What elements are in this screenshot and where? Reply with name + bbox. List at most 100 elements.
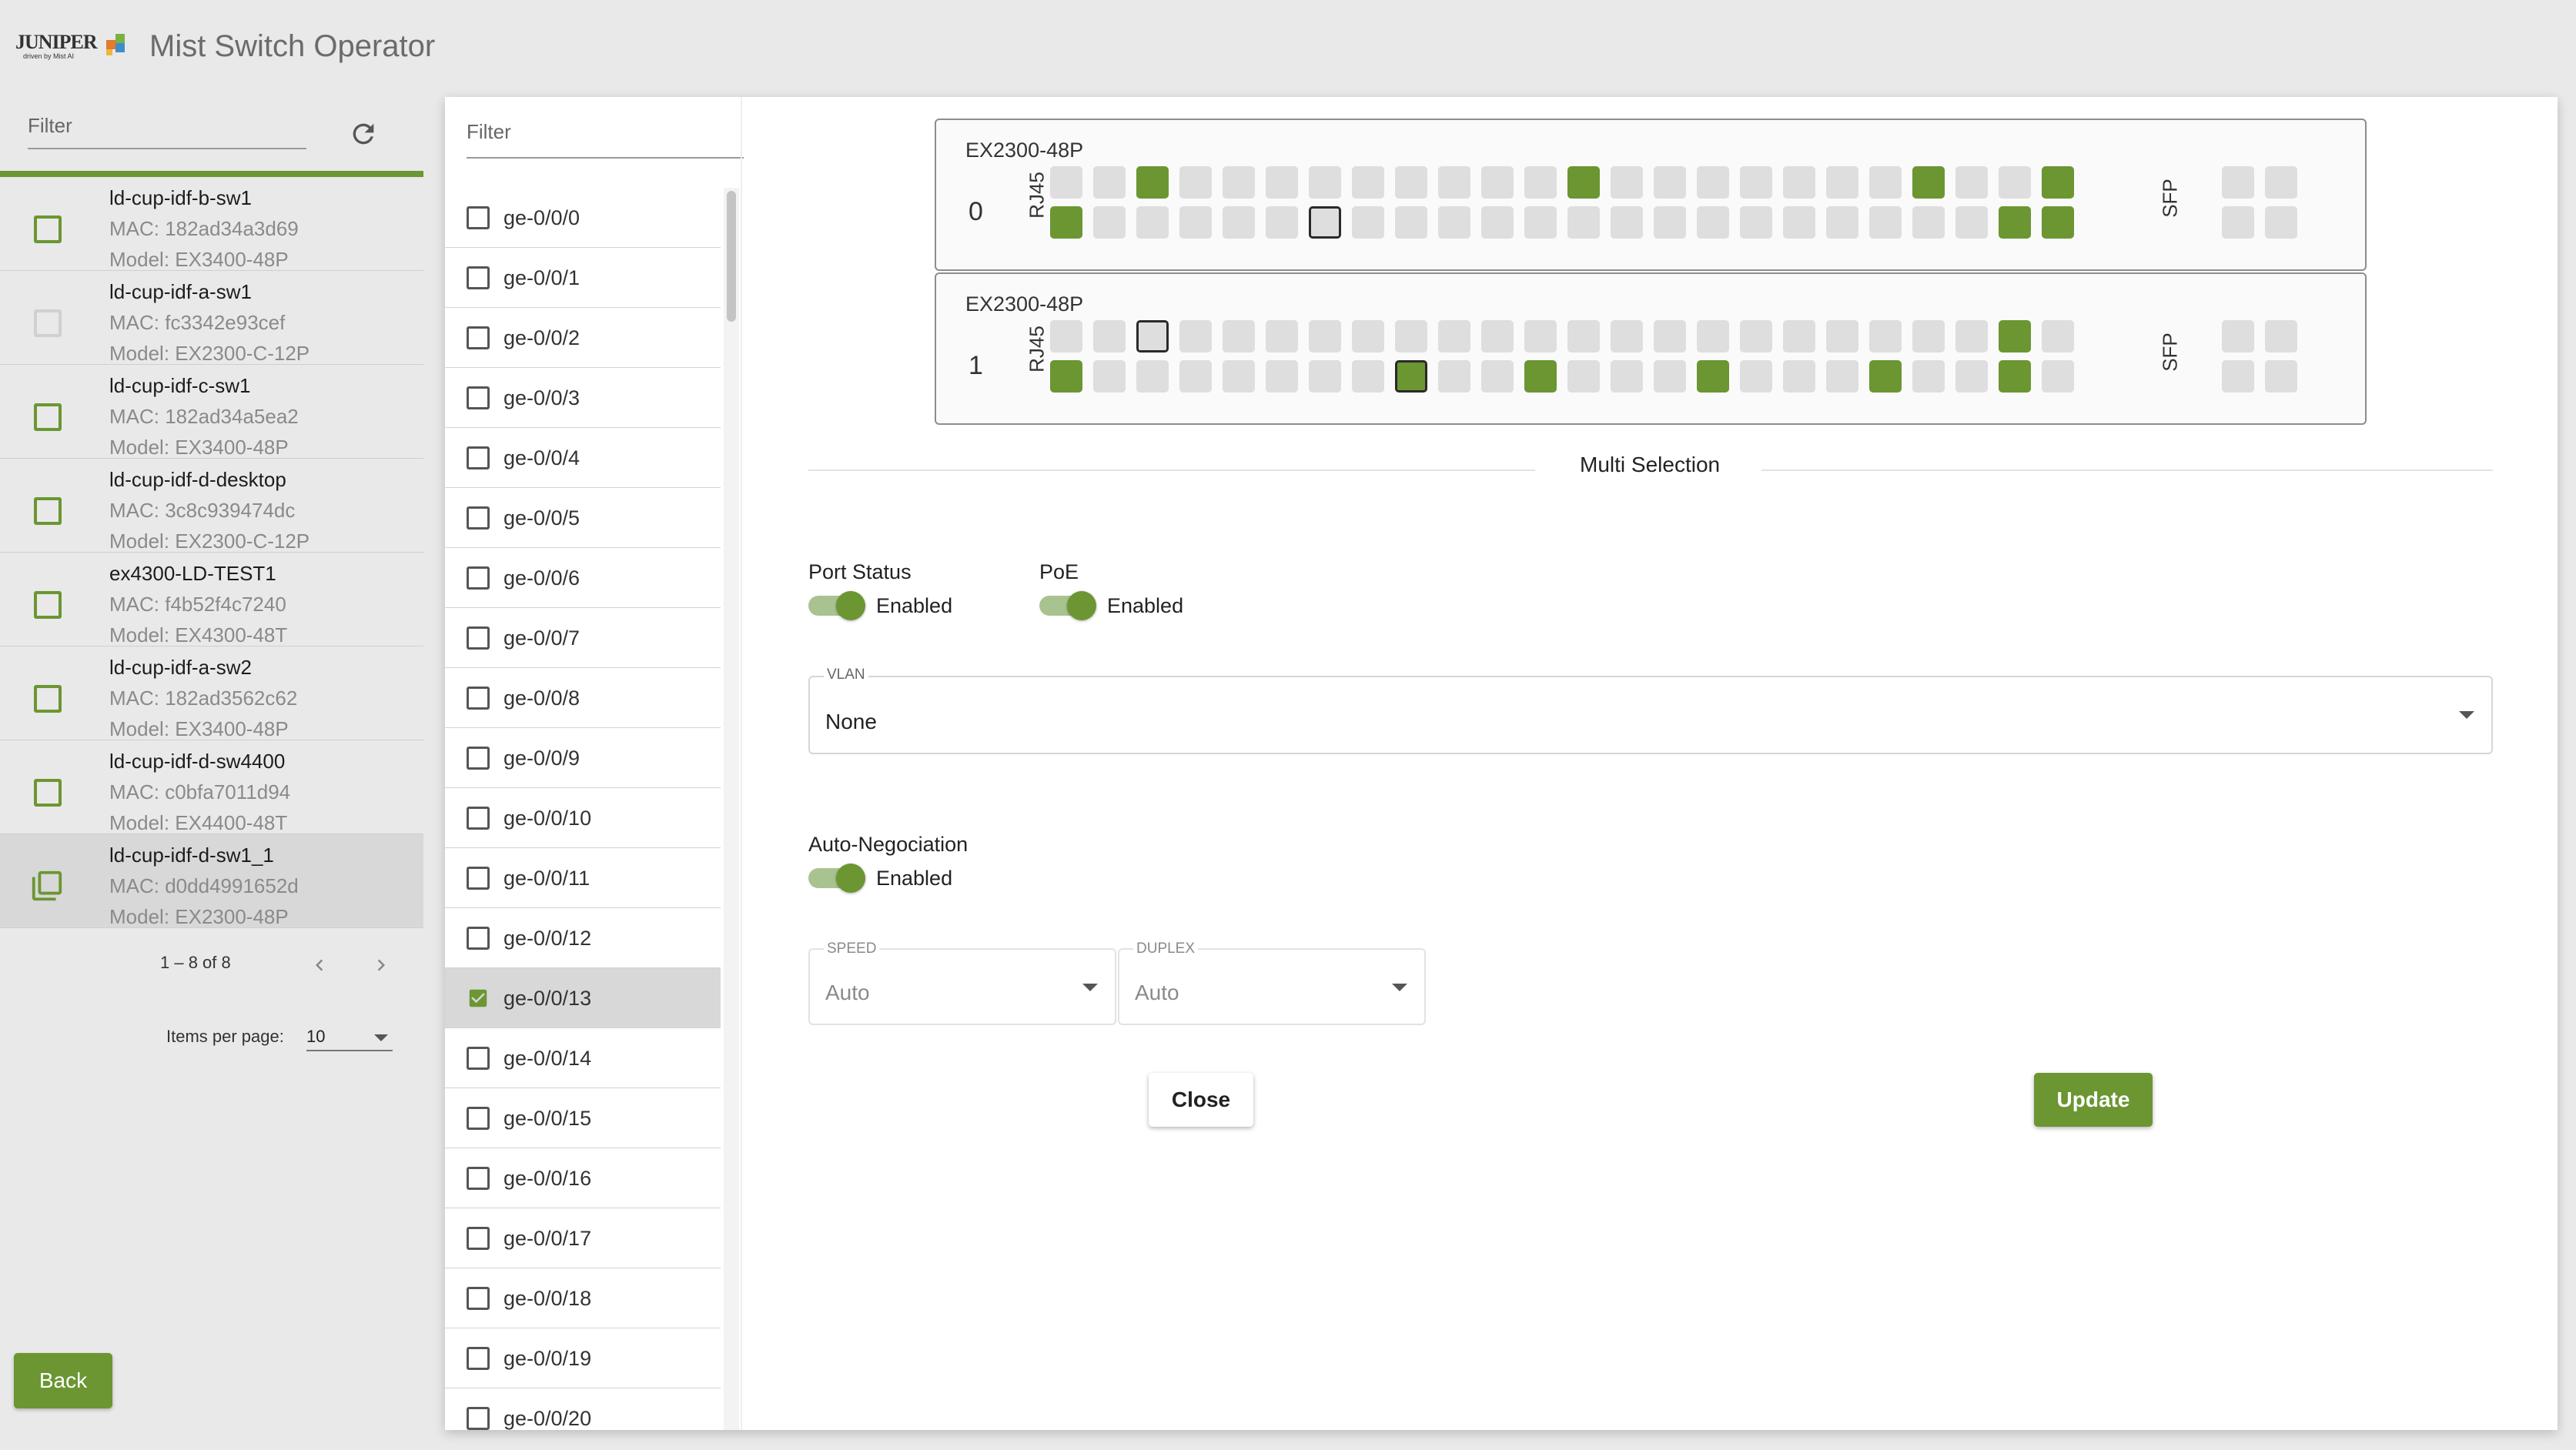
- rj45-port[interactable]: [1697, 166, 1729, 199]
- port-list-item[interactable]: ge-0/0/14: [445, 1028, 721, 1088]
- chevron-right-icon[interactable]: [370, 951, 393, 979]
- rj45-port[interactable]: [1783, 360, 1815, 393]
- rj45-port[interactable]: [1223, 320, 1255, 352]
- rj45-port[interactable]: [1611, 360, 1643, 393]
- rj45-port[interactable]: [1654, 166, 1686, 199]
- device-list-item[interactable]: ld-cup-idf-d-sw4400 MAC: c0bfa7011d94 Mode…: [0, 740, 423, 834]
- port-list-item[interactable]: ge-0/0/0: [445, 188, 721, 248]
- port-filter-input[interactable]: [467, 120, 744, 144]
- rj45-port[interactable]: [1611, 206, 1643, 239]
- rj45-port[interactable]: [1395, 360, 1427, 393]
- rj45-port[interactable]: [1654, 206, 1686, 239]
- rj45-port[interactable]: [1524, 206, 1557, 239]
- rj45-port[interactable]: [1223, 166, 1255, 199]
- rj45-port[interactable]: [1654, 360, 1686, 393]
- rj45-port[interactable]: [1826, 206, 1858, 239]
- rj45-port[interactable]: [1783, 166, 1815, 199]
- sfp-port[interactable]: [2222, 166, 2254, 199]
- port-checkbox[interactable]: [467, 867, 490, 890]
- rj45-port[interactable]: [1654, 320, 1686, 352]
- rj45-port[interactable]: [1481, 166, 1514, 199]
- rj45-port[interactable]: [1050, 360, 1082, 393]
- rj45-port[interactable]: [1438, 320, 1470, 352]
- port-list-item[interactable]: ge-0/0/10: [445, 788, 721, 848]
- rj45-port[interactable]: [1869, 206, 1902, 239]
- rj45-port[interactable]: [1912, 360, 1945, 393]
- rj45-port[interactable]: [1783, 206, 1815, 239]
- rj45-port[interactable]: [2042, 206, 2074, 239]
- rj45-port[interactable]: [1093, 320, 1126, 352]
- port-list-item[interactable]: ge-0/0/4: [445, 428, 721, 488]
- rj45-port[interactable]: [1999, 320, 2031, 352]
- sfp-port[interactable]: [2222, 360, 2254, 393]
- rj45-port[interactable]: [1826, 360, 1858, 393]
- port-list-item[interactable]: ge-0/0/18: [445, 1268, 721, 1328]
- rj45-port[interactable]: [1524, 320, 1557, 352]
- port-checkbox[interactable]: [467, 1047, 490, 1070]
- port-checkbox[interactable]: [467, 747, 490, 770]
- rj45-port[interactable]: [1136, 166, 1169, 199]
- port-checkbox[interactable]: [467, 987, 490, 1010]
- rj45-port[interactable]: [1999, 206, 2031, 239]
- rj45-port[interactable]: [1740, 206, 1772, 239]
- port-list-item[interactable]: ge-0/0/13: [445, 968, 721, 1028]
- port-checkbox[interactable]: [467, 1227, 490, 1250]
- rj45-port[interactable]: [1438, 166, 1470, 199]
- device-list-item[interactable]: ld-cup-idf-d-desktop MAC: 3c8c939474dc Mod…: [0, 459, 423, 553]
- rj45-port[interactable]: [1093, 206, 1126, 239]
- port-checkbox[interactable]: [467, 326, 490, 349]
- rj45-port[interactable]: [1352, 206, 1384, 239]
- refresh-icon[interactable]: [348, 119, 379, 149]
- port-list-item[interactable]: ge-0/0/12: [445, 908, 721, 968]
- rj45-port[interactable]: [1266, 166, 1298, 199]
- speed-select[interactable]: SPEED Auto: [808, 940, 1116, 1025]
- port-list-item[interactable]: ge-0/0/8: [445, 668, 721, 728]
- port-checkbox[interactable]: [467, 206, 490, 229]
- rj45-port[interactable]: [1999, 360, 2031, 393]
- port-checkbox[interactable]: [467, 927, 490, 950]
- port-list-item[interactable]: ge-0/0/2: [445, 308, 721, 368]
- device-checkbox[interactable]: [34, 779, 62, 807]
- port-list-scrollbar[interactable]: [724, 188, 739, 1430]
- device-list-item[interactable]: ld-cup-idf-c-sw1 MAC: 182ad34a5ea2 Model: …: [0, 365, 423, 459]
- port-checkbox[interactable]: [467, 506, 490, 530]
- rj45-port[interactable]: [2042, 320, 2074, 352]
- device-checkbox[interactable]: [34, 685, 62, 713]
- port-list-item[interactable]: ge-0/0/11: [445, 848, 721, 908]
- device-list-item[interactable]: ld-cup-idf-a-sw2 MAC: 182ad3562c62 Model: …: [0, 646, 423, 740]
- rj45-port[interactable]: [1093, 360, 1126, 393]
- rj45-port[interactable]: [1481, 360, 1514, 393]
- rj45-port[interactable]: [1999, 166, 2031, 199]
- back-button[interactable]: Back: [14, 1353, 112, 1408]
- rj45-port[interactable]: [1955, 320, 1988, 352]
- auto-negotiation-toggle[interactable]: [808, 864, 865, 893]
- rj45-port[interactable]: [1352, 320, 1384, 352]
- rj45-port[interactable]: [1481, 206, 1514, 239]
- rj45-port[interactable]: [1697, 320, 1729, 352]
- port-checkbox[interactable]: [467, 807, 490, 830]
- port-checkbox[interactable]: [467, 446, 490, 469]
- port-list-item[interactable]: ge-0/0/19: [445, 1328, 721, 1388]
- rj45-port[interactable]: [1179, 360, 1212, 393]
- update-button[interactable]: Update: [2034, 1073, 2153, 1127]
- rj45-port[interactable]: [1309, 166, 1341, 199]
- rj45-port[interactable]: [1567, 320, 1600, 352]
- rj45-port[interactable]: [1740, 166, 1772, 199]
- rj45-port[interactable]: [1395, 206, 1427, 239]
- device-filter-field[interactable]: [28, 114, 306, 149]
- device-checkbox[interactable]: [34, 591, 62, 619]
- rj45-port[interactable]: [1309, 320, 1341, 352]
- rj45-port[interactable]: [1352, 360, 1384, 393]
- rj45-port[interactable]: [1223, 360, 1255, 393]
- rj45-port[interactable]: [1783, 320, 1815, 352]
- port-checkbox[interactable]: [467, 687, 490, 710]
- rj45-port[interactable]: [1481, 320, 1514, 352]
- rj45-port[interactable]: [1912, 206, 1945, 239]
- port-status-toggle[interactable]: [808, 591, 865, 620]
- rj45-port[interactable]: [1740, 320, 1772, 352]
- chevron-left-icon[interactable]: [308, 951, 331, 979]
- device-checkbox[interactable]: [34, 215, 62, 243]
- port-list-item[interactable]: ge-0/0/17: [445, 1208, 721, 1268]
- rj45-port[interactable]: [1611, 320, 1643, 352]
- port-list-item[interactable]: ge-0/0/9: [445, 728, 721, 788]
